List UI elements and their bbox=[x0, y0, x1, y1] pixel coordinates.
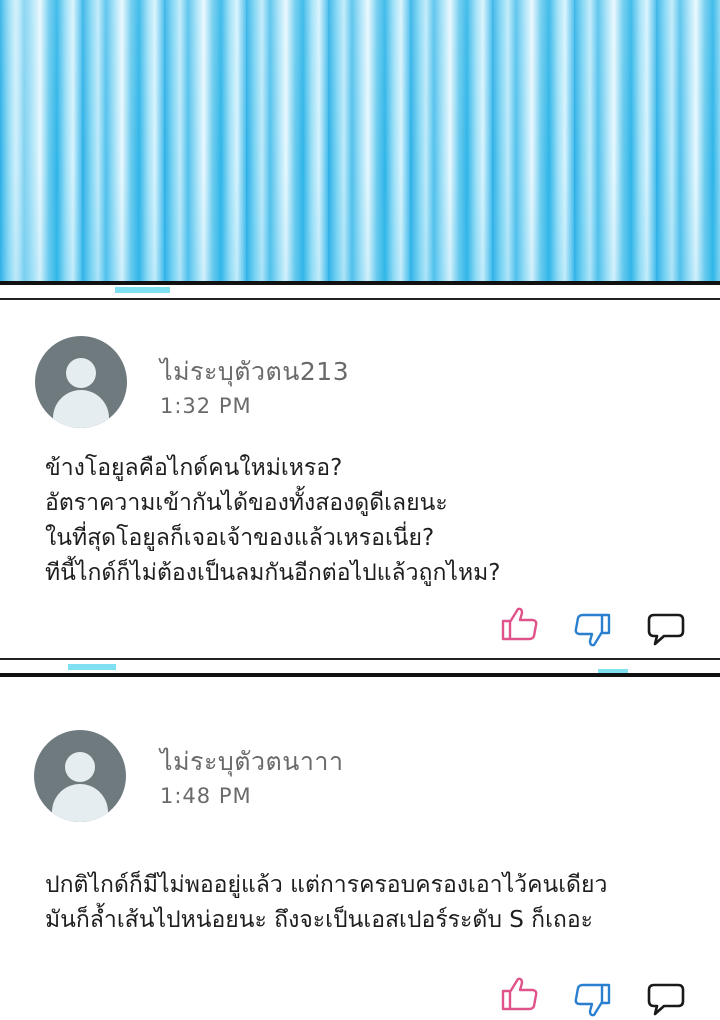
comment-text: ข้างโอยูลคือไกด์คนใหม่เหรอ? อัตราความเข้… bbox=[45, 455, 501, 586]
speech-bubble-icon[interactable] bbox=[646, 612, 686, 648]
comment-author: ไม่ระบุตัวตนาาา bbox=[160, 747, 344, 776]
speech-bubble-icon[interactable] bbox=[646, 982, 686, 1018]
divider-accent bbox=[68, 664, 116, 670]
avatar-head bbox=[65, 752, 95, 782]
avatar[interactable] bbox=[34, 730, 126, 822]
avatar-body bbox=[53, 390, 109, 428]
divider-accent bbox=[598, 669, 628, 673]
avatar-head bbox=[66, 358, 96, 388]
divider-accent bbox=[115, 287, 170, 293]
divider-line bbox=[0, 281, 720, 285]
comment-text: ปกติไกด์ก็มีไม่พออยู่แล้ว แต่การครอบครอง… bbox=[45, 872, 608, 933]
avatar[interactable] bbox=[35, 336, 127, 428]
thumbs-down-icon[interactable] bbox=[572, 612, 612, 648]
divider-line bbox=[0, 673, 720, 677]
comment-time: 1:32 PM bbox=[160, 394, 252, 418]
divider-line bbox=[0, 298, 720, 300]
avatar-body bbox=[52, 784, 108, 822]
comment-author: ไม่ระบุตัวตน213 bbox=[160, 357, 350, 386]
banner-glow bbox=[0, 0, 720, 282]
thumbs-up-icon[interactable] bbox=[500, 976, 540, 1012]
thumbs-up-icon[interactable] bbox=[500, 606, 540, 642]
thumbs-down-icon[interactable] bbox=[572, 982, 612, 1018]
divider-line bbox=[0, 658, 720, 660]
comment-time: 1:48 PM bbox=[160, 784, 252, 808]
